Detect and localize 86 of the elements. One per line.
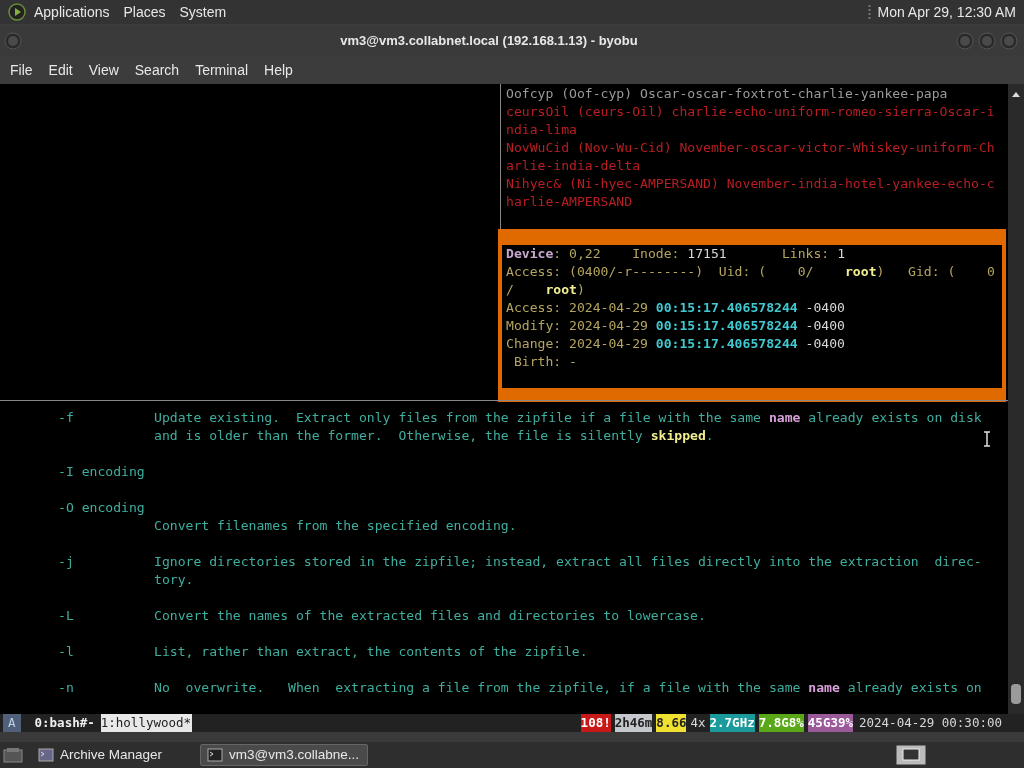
session-mode: A — [3, 714, 21, 732]
taskbar-button[interactable]: vm3@vm3.collabne... — [200, 744, 368, 766]
status-indicator: 108! — [580, 714, 611, 732]
stat-text: Modify: 2024-04-29 — [506, 317, 649, 335]
option-description: . — [705, 427, 714, 445]
stat-text: -0400 — [804, 299, 845, 317]
stat-text: Links: — [780, 245, 831, 263]
option-name: -L — [58, 608, 74, 623]
separator-handle-icon — [868, 3, 872, 21]
scrollbar[interactable] — [1008, 84, 1024, 714]
menu-item[interactable]: Edit — [40, 59, 81, 81]
output-text: harlie-AMPERSAND — [506, 193, 633, 211]
output-text: arlie-india-delta — [506, 157, 640, 175]
stat-text: Change: 2024-04-29 — [506, 335, 649, 353]
menu-item[interactable]: View — [80, 59, 127, 81]
option-description: skipped — [650, 427, 706, 445]
stat-text: Access: 2024-04-29 — [506, 299, 649, 317]
status-datetime: 2024-04-29 00:30:00 — [859, 714, 1002, 732]
output-text: Oofcyp (Oof-cyp) Oscar-oscar-foxtrot-charlie-yankee-papa — [506, 85, 948, 103]
stat-text: root — [545, 281, 577, 299]
stat-text: 00:15:17.406578244 — [655, 317, 798, 335]
output-text: ndia-lima — [506, 121, 577, 139]
menu-item[interactable]: Help — [256, 59, 301, 81]
output-text: Nihyec& (Ni-hyec-AMPERSAND) November-india-hotel-yankee-echo-c — [506, 175, 995, 193]
status-indicator: 45G39% — [807, 714, 853, 732]
panel-menu[interactable]: Applications — [34, 1, 110, 23]
stat-text: root — [845, 263, 877, 281]
option-description: Update existing. Extract only files from the zipfile if a file with the same — [154, 409, 762, 427]
status-indicator: 2h46m — [614, 714, 653, 732]
stat-text: / — [506, 281, 515, 299]
maximize-icon[interactable] — [978, 32, 996, 50]
workspace-switcher-icon[interactable] — [896, 745, 926, 765]
show-desktop-icon[interactable] — [2, 746, 24, 764]
menu-item[interactable]: Terminal — [187, 59, 257, 81]
option-name: -n — [58, 680, 74, 695]
menu-item[interactable]: File — [2, 59, 41, 81]
option-description: List, rather than extract, the contents of the zipfile. — [154, 643, 588, 661]
option-description: name — [808, 679, 840, 697]
option-description: No overwrite. When extracting a file from the zipfile, if a file with the same — [154, 679, 802, 697]
stat-text: -0400 — [804, 317, 845, 335]
option-name: -f — [58, 410, 74, 425]
option-name: -I encoding — [58, 464, 145, 479]
window-title: vm3@vm3.collabnet.local (192.168.1.13) - byobu — [340, 32, 638, 51]
output-text: ceursOil (ceurs-Oil) charlie-echo-uniform-romeo-sierra-Oscar-i — [506, 103, 995, 121]
option-description: tory. — [154, 571, 194, 589]
stat-text: Birth: - — [512, 353, 577, 371]
status-indicator: 8.66 — [656, 714, 687, 732]
taskbar-button[interactable]: Archive Manager — [32, 744, 192, 766]
scrollbar-thumb[interactable] — [1011, 684, 1021, 704]
output-text: NovWuCid (Nov-Wu-Cid) November-oscar-victor-Whiskey-uniform-Ch — [506, 139, 995, 157]
clock[interactable]: Mon Apr 29, 12:30 AM — [877, 1, 1016, 23]
window-menu-icon[interactable] — [4, 32, 22, 50]
window-tab[interactable]: 1:hollywood* — [100, 714, 193, 732]
status-indicator: 4x — [690, 714, 706, 732]
option-name: -l — [58, 644, 74, 659]
minimize-icon[interactable] — [956, 32, 974, 50]
stat-text: 00:15:17.406578244 — [655, 299, 798, 317]
option-name: -j — [58, 554, 74, 569]
terminal-icon — [207, 748, 223, 762]
panel-menu[interactable]: System — [179, 1, 227, 23]
status-indicator: 7.8G8% — [758, 714, 804, 732]
close-icon[interactable] — [1000, 32, 1018, 50]
option-description: name — [768, 409, 801, 427]
option-description: Convert filenames from the specified encoding. — [154, 517, 517, 535]
option-description: already exists on — [846, 679, 982, 697]
stat-text: ) — [576, 281, 585, 299]
scroll-up-icon[interactable] — [1011, 90, 1021, 98]
option-description: already exists on disk — [807, 409, 982, 427]
stat-text: ) Gid: ( 0 — [876, 263, 995, 281]
stat-text: 17151 — [687, 245, 727, 263]
stat-text: Device — [506, 245, 554, 263]
window-tab[interactable]: 0:bash#- — [34, 714, 101, 732]
stat-text: 1 — [837, 245, 845, 263]
option-name: -O encoding — [58, 500, 145, 515]
stat-text: : 0,22 Inode: — [553, 245, 681, 263]
panel-menu[interactable]: Places — [123, 1, 166, 23]
option-description: and is older than the former. Otherwise, the file is silently — [154, 427, 644, 445]
option-description: Convert the names of the extracted files and directories to lowercase. — [154, 607, 706, 625]
option-description: Ignore directories stored in the zipfile; instead, extract all files directly into the extraction direc- — [154, 553, 982, 571]
stat-text: 00:15:17.406578244 — [655, 335, 798, 353]
status-indicator: 2.7GHz — [709, 714, 755, 732]
stat-text: Access: (0400/-r--------) Uid: ( 0/ — [506, 263, 815, 281]
stat-text: -0400 — [804, 335, 845, 353]
menu-item[interactable]: Search — [126, 59, 188, 81]
text-cursor-icon — [983, 431, 991, 447]
play-logo-icon[interactable] — [8, 3, 26, 21]
